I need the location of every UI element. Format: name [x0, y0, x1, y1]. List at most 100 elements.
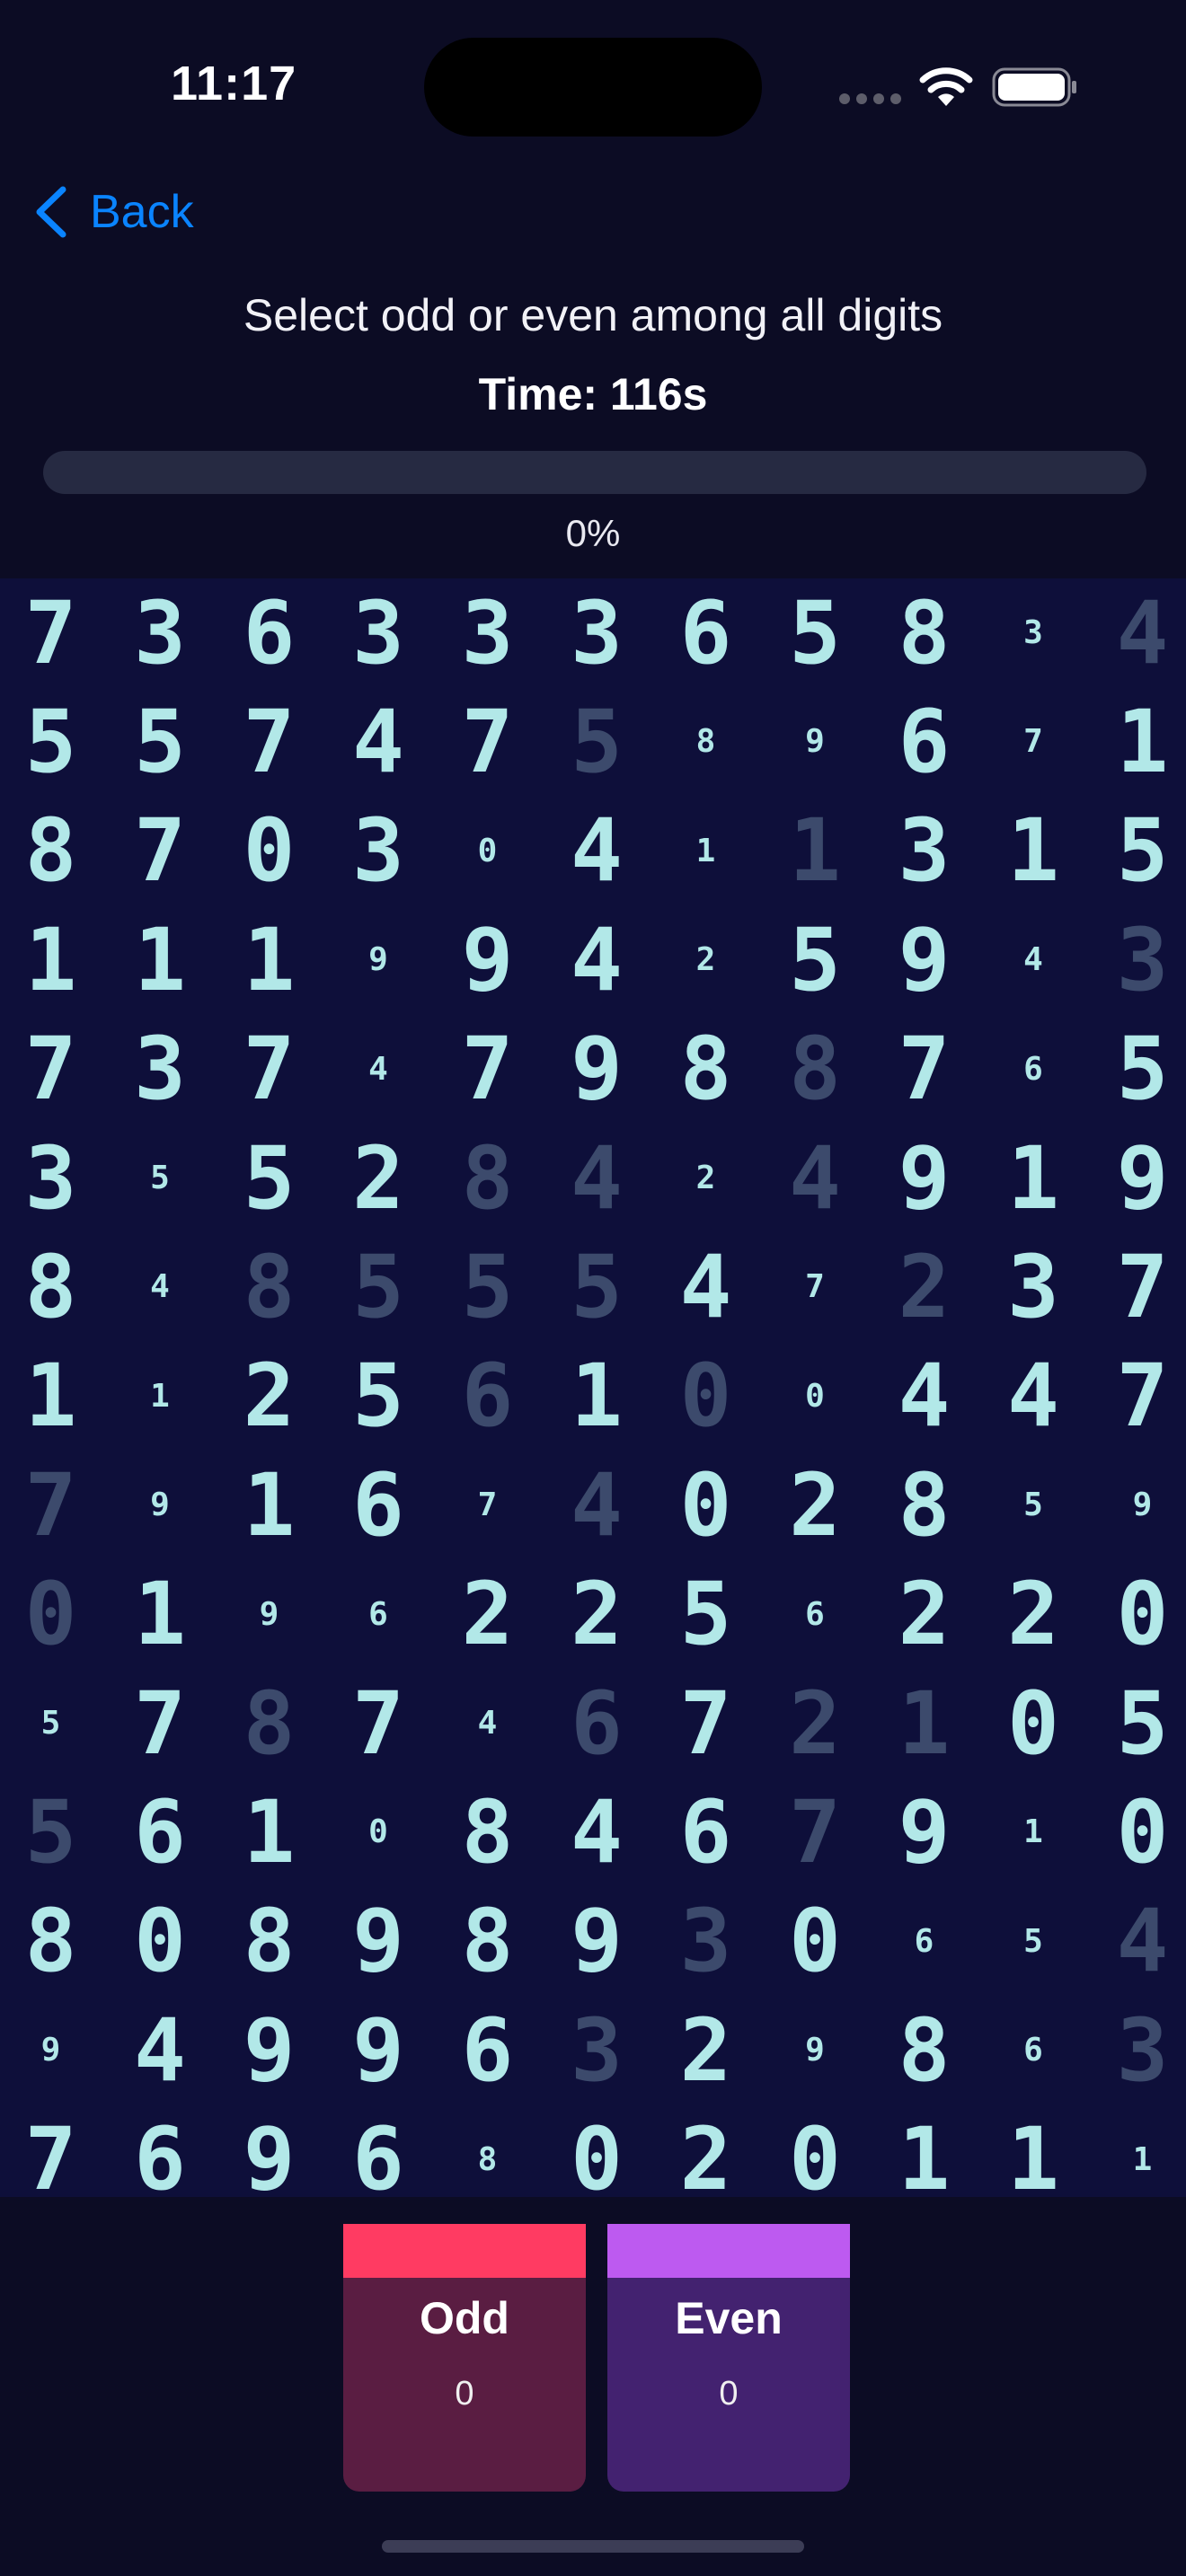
digit-cell[interactable]: 5 — [761, 905, 870, 1014]
digit-cell[interactable]: 4 — [651, 1232, 760, 1341]
digit-cell[interactable]: 8 — [870, 1996, 978, 2104]
digit-cell[interactable]: 3 — [324, 797, 433, 905]
digit-cell[interactable]: 1 — [215, 1778, 323, 1886]
digit-cell[interactable]: 8 — [433, 1778, 542, 1886]
digit-cell[interactable]: 5 — [1088, 797, 1186, 905]
digit-cell[interactable]: 6 — [433, 1342, 542, 1451]
digit-cell[interactable]: 7 — [433, 1015, 542, 1124]
digit-cell[interactable]: 2 — [870, 1560, 978, 1669]
digit-cell[interactable]: 6 — [433, 1996, 542, 2104]
digit-cell[interactable]: 8 — [433, 2105, 542, 2214]
digit-cell[interactable]: 2 — [324, 1124, 433, 1232]
digit-cell[interactable]: 7 — [0, 1451, 105, 1559]
digit-cell[interactable]: 1 — [979, 2105, 1088, 2214]
digit-cell[interactable]: 1 — [215, 1451, 323, 1559]
digit-cell[interactable]: 6 — [324, 1451, 433, 1559]
digit-cell[interactable]: 5 — [0, 687, 105, 796]
digit-cell[interactable]: 8 — [0, 797, 105, 905]
digit-cell[interactable]: 9 — [106, 1451, 215, 1559]
digit-cell[interactable]: 1 — [870, 1669, 978, 1778]
digit-cell[interactable]: 7 — [870, 1015, 978, 1124]
digit-cell[interactable]: 9 — [870, 1778, 978, 1886]
digit-cell[interactable]: 2 — [651, 1996, 760, 2104]
digit-cell[interactable]: 1 — [870, 2105, 978, 2214]
digit-cell[interactable]: 0 — [1088, 1778, 1186, 1886]
digit-cell[interactable]: 9 — [543, 1887, 651, 1996]
digit-cell[interactable]: 3 — [651, 1887, 760, 1996]
digit-cell[interactable]: 2 — [433, 1560, 542, 1669]
digit-cell[interactable]: 1 — [0, 1342, 105, 1451]
digit-cell[interactable]: 8 — [433, 1887, 542, 1996]
digit-cell[interactable]: 9 — [215, 1560, 323, 1669]
odd-button[interactable]: Odd 0 — [343, 2224, 586, 2492]
digit-cell[interactable]: 6 — [870, 1887, 978, 1996]
digit-cell[interactable]: 2 — [543, 1560, 651, 1669]
digit-cell[interactable]: 7 — [324, 1669, 433, 1778]
digit-cell[interactable]: 9 — [215, 2105, 323, 2214]
digit-cell[interactable]: 5 — [215, 1124, 323, 1232]
digit-cell[interactable]: 8 — [0, 1232, 105, 1341]
digit-cell[interactable]: 1 — [651, 797, 760, 905]
digit-cell[interactable]: 1 — [979, 1124, 1088, 1232]
digit-cell[interactable]: 3 — [543, 578, 651, 687]
digit-cell[interactable]: 4 — [1088, 578, 1186, 687]
digit-cell[interactable]: 7 — [0, 578, 105, 687]
digit-cell[interactable]: 2 — [870, 1232, 978, 1341]
digit-cell[interactable]: 5 — [761, 578, 870, 687]
digit-cell[interactable]: 8 — [215, 1232, 323, 1341]
digit-cell[interactable]: 9 — [1088, 1451, 1186, 1559]
digit-cell[interactable]: 7 — [106, 1669, 215, 1778]
even-button[interactable]: Even 0 — [607, 2224, 850, 2492]
digit-cell[interactable]: 3 — [870, 797, 978, 905]
digit-cell[interactable]: 5 — [1088, 1669, 1186, 1778]
digit-cell[interactable]: 0 — [651, 1342, 760, 1451]
digit-cell[interactable]: 6 — [979, 1996, 1088, 2104]
digit-cell[interactable]: 4 — [543, 797, 651, 905]
digit-cell[interactable]: 0 — [324, 1778, 433, 1886]
digit-cell[interactable]: 5 — [433, 1232, 542, 1341]
digit-cell[interactable]: 1 — [543, 1342, 651, 1451]
digit-cell[interactable]: 3 — [1088, 905, 1186, 1014]
digit-cell[interactable]: 1 — [106, 1342, 215, 1451]
digit-cell[interactable]: 0 — [0, 1560, 105, 1669]
digit-cell[interactable]: 8 — [0, 1887, 105, 1996]
digit-cell[interactable]: 8 — [433, 1124, 542, 1232]
digit-cell[interactable]: 0 — [543, 2105, 651, 2214]
digit-cell[interactable]: 5 — [651, 1560, 760, 1669]
digit-cell[interactable]: 2 — [761, 1451, 870, 1559]
digit-cell[interactable]: 8 — [870, 1451, 978, 1559]
digit-cell[interactable]: 5 — [106, 687, 215, 796]
digit-cell[interactable]: 7 — [433, 1451, 542, 1559]
digit-cell[interactable]: 0 — [761, 1342, 870, 1451]
digit-cell[interactable]: 4 — [543, 1124, 651, 1232]
digit-cell[interactable]: 2 — [215, 1342, 323, 1451]
digit-cell[interactable]: 5 — [979, 1887, 1088, 1996]
digit-cell[interactable]: 3 — [979, 578, 1088, 687]
digit-cell[interactable]: 7 — [215, 687, 323, 796]
digit-cell[interactable]: 4 — [543, 1451, 651, 1559]
digit-cell[interactable]: 9 — [761, 1996, 870, 2104]
digit-cell[interactable]: 0 — [1088, 1560, 1186, 1669]
digit-cell[interactable]: 0 — [215, 797, 323, 905]
digit-cell[interactable]: 6 — [543, 1669, 651, 1778]
digit-cell[interactable]: 1 — [1088, 2105, 1186, 2214]
digit-cell[interactable]: 9 — [543, 1015, 651, 1124]
digit-cell[interactable]: 6 — [106, 1778, 215, 1886]
digit-cell[interactable]: 1 — [979, 797, 1088, 905]
digit-cell[interactable]: 4 — [979, 1342, 1088, 1451]
digit-cell[interactable]: 8 — [651, 687, 760, 796]
digit-cell[interactable]: 7 — [0, 1015, 105, 1124]
digit-cell[interactable]: 1 — [1088, 687, 1186, 796]
digit-cell[interactable]: 1 — [0, 905, 105, 1014]
digit-cell[interactable]: 7 — [1088, 1342, 1186, 1451]
digit-cell[interactable]: 4 — [324, 687, 433, 796]
digit-cell[interactable]: 3 — [1088, 1996, 1186, 2104]
digit-cell[interactable]: 8 — [215, 1669, 323, 1778]
digit-cell[interactable]: 9 — [433, 905, 542, 1014]
digit-cell[interactable]: 3 — [0, 1124, 105, 1232]
digit-cell[interactable]: 2 — [761, 1669, 870, 1778]
digit-cell[interactable]: 4 — [106, 1232, 215, 1341]
digit-cell[interactable]: 0 — [761, 2105, 870, 2214]
digit-cell[interactable]: 5 — [106, 1124, 215, 1232]
digit-cell[interactable]: 5 — [543, 1232, 651, 1341]
